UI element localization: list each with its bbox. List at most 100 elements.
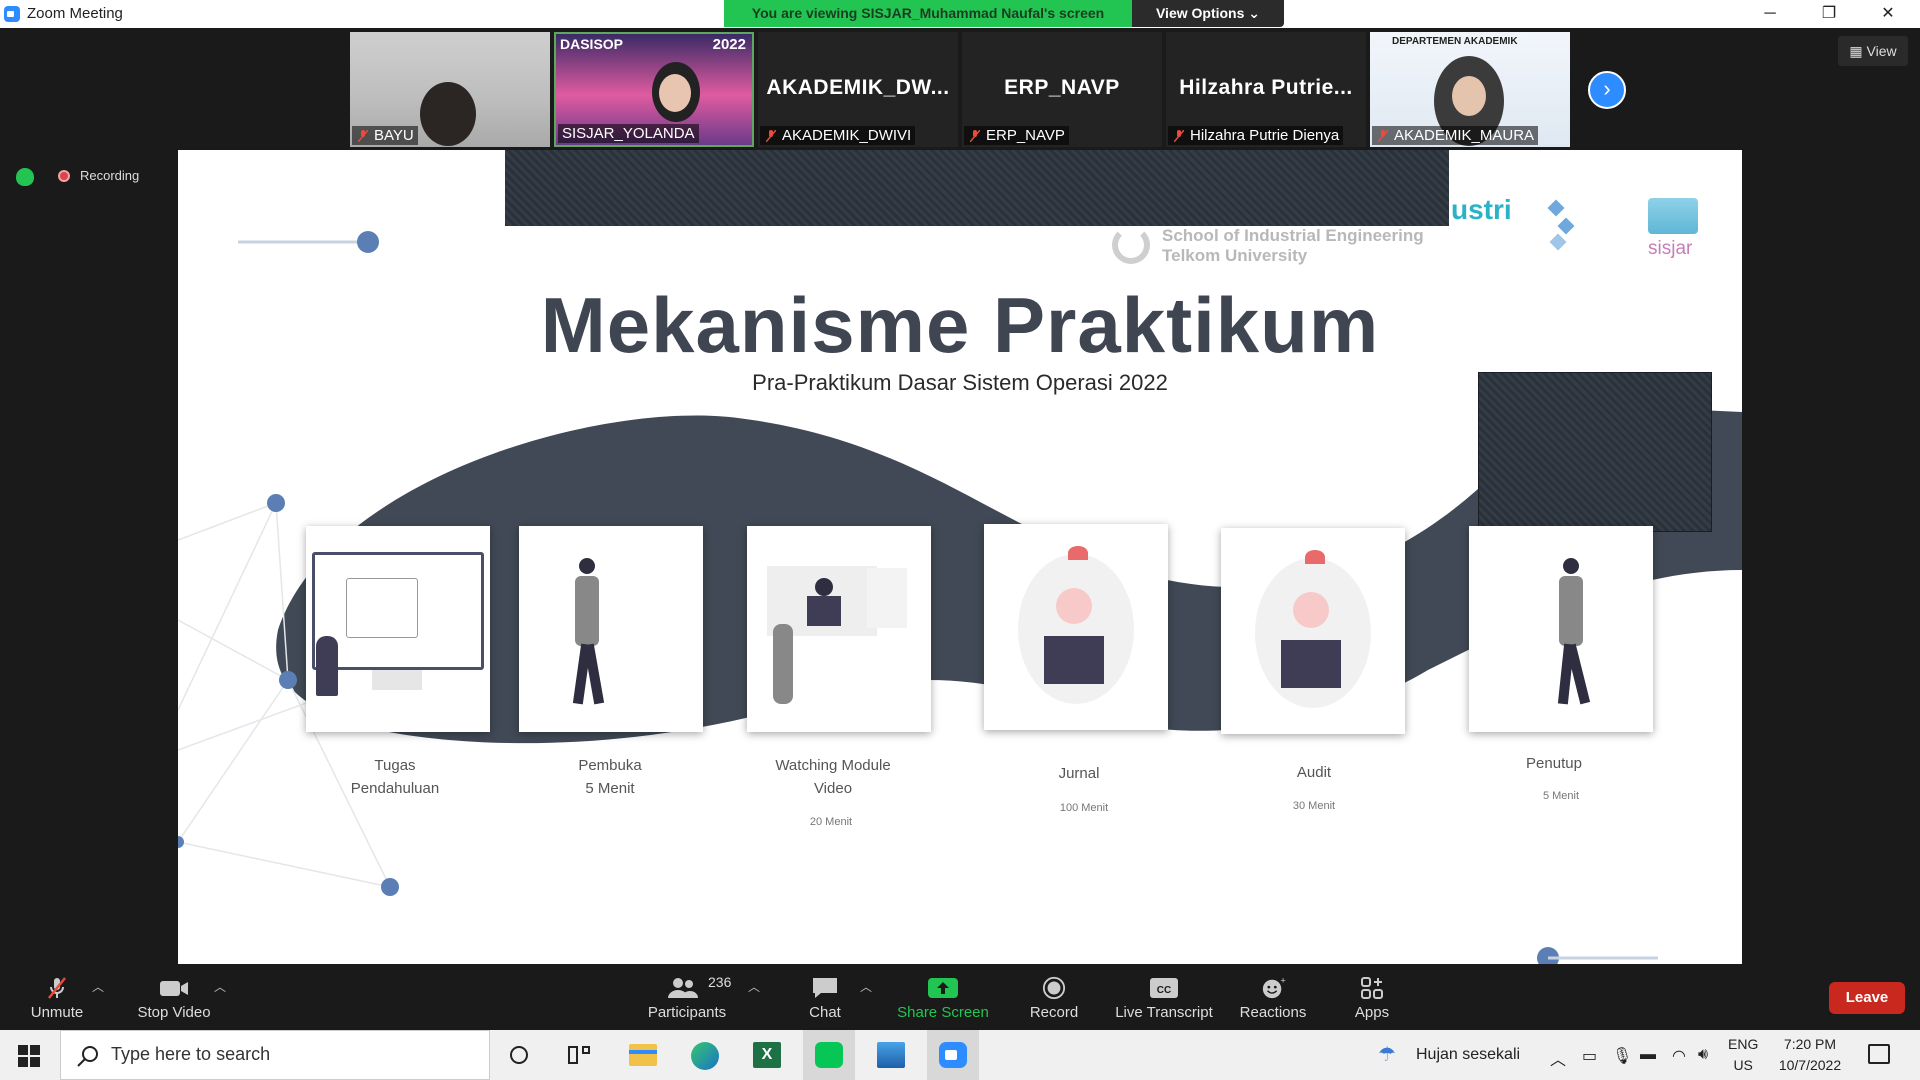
file-explorer-icon[interactable] <box>617 1030 669 1080</box>
excel-icon[interactable]: X <box>741 1030 793 1080</box>
chat-options-caret[interactable]: ︿ <box>860 978 872 995</box>
view-button-label: View <box>1866 43 1897 59</box>
encryption-shield-icon[interactable] <box>16 168 34 186</box>
step-label: Penutup <box>1454 752 1654 775</box>
school-logo-line2: Telkom University <box>1162 246 1308 265</box>
step-label-line1: Watching Module <box>775 757 891 774</box>
step-label: Audit <box>1214 761 1414 784</box>
chevron-right-icon: › <box>1603 76 1611 101</box>
step-label: Watching Module Video <box>733 754 933 800</box>
step-duration: 20 Menit <box>809 816 853 828</box>
live-transcript-button[interactable]: CC Live Transcript <box>1110 964 1218 1030</box>
photos-app-icon[interactable] <box>865 1030 917 1080</box>
muted-mic-icon <box>358 130 368 142</box>
volume-icon[interactable]: 🔊︎ <box>1698 1046 1708 1064</box>
participant-tile[interactable]: DEPARTEMEN AKADEMIK AKADEMIK_MAURA <box>1370 32 1570 147</box>
step-card-illustration <box>747 526 931 732</box>
microphone-icon[interactable]: 🎙︎ <box>1612 1046 1632 1066</box>
window-title: Zoom Meeting <box>27 5 123 22</box>
participants-options-caret[interactable]: ︿ <box>748 978 760 995</box>
line-app-icon[interactable] <box>803 1030 855 1080</box>
chat-label: Chat <box>809 1004 841 1021</box>
battery-icon[interactable]: ▬ <box>1640 1046 1656 1064</box>
window-title-bar: Zoom Meeting You are viewing SISJAR_Muha… <box>0 0 1920 28</box>
participant-name-text: ERP_NAVP <box>986 127 1065 144</box>
video-options-caret[interactable]: ︿ <box>214 978 226 995</box>
participant-face <box>1452 76 1486 116</box>
view-layout-button[interactable]: ▦ View <box>1838 36 1908 66</box>
participant-name-text: AKADEMIK_DWIVI <box>782 127 912 144</box>
participants-label: Participants <box>647 1004 727 1021</box>
clock-time: 7:20 PM <box>1783 1036 1837 1052</box>
step-card-illustration <box>1221 528 1405 734</box>
input-language-indicator[interactable]: ENG US <box>1728 1034 1758 1076</box>
share-screen-button[interactable]: Share Screen <box>892 964 994 1030</box>
participant-tile[interactable]: Hilzahra Putrie... Hilzahra Putrie Dieny… <box>1166 32 1366 147</box>
step-card-illustration <box>519 526 703 732</box>
school-logo: School of Industrial Engineering Telkom … <box>1112 226 1424 266</box>
closed-caption-icon: CC <box>1150 978 1178 998</box>
step-label-line1: Penutup <box>1526 755 1582 772</box>
step-label-line2: Pendahuluan <box>350 780 440 797</box>
muted-mic-icon <box>48 977 66 999</box>
sistem-logo-icon <box>1546 198 1582 258</box>
next-page-button[interactable]: › <box>1588 71 1626 109</box>
participant-tile[interactable]: AKADEMIK_DW... AKADEMIK_DWIVI <box>758 32 958 147</box>
chevron-down-icon: ⌄ <box>1248 5 1261 21</box>
edge-browser-icon[interactable] <box>679 1030 731 1080</box>
reactions-label: Reactions <box>1239 1004 1307 1021</box>
muted-mic-icon <box>766 130 776 142</box>
tile-overlay-text: DASISOP <box>560 36 624 52</box>
cortana-icon[interactable] <box>494 1030 546 1080</box>
restore-button[interactable]: ❐ <box>1801 0 1857 28</box>
apps-button[interactable]: Apps <box>1346 964 1398 1030</box>
task-view-icon[interactable] <box>554 1030 606 1080</box>
lang-code: ENG <box>1728 1036 1759 1052</box>
step-label-line2: 5 Menit <box>585 780 635 797</box>
participant-tile[interactable]: ERP_NAVP ERP_NAVP <box>962 32 1162 147</box>
weather-text[interactable]: Hujan sesekali <box>1416 1046 1520 1064</box>
recording-indicator[interactable]: Recording <box>58 168 139 183</box>
leave-button[interactable]: Leave <box>1829 982 1905 1014</box>
sisjar-logo-icon <box>1648 198 1698 234</box>
search-placeholder: Type here to search <box>111 1044 271 1064</box>
wifi-icon[interactable]: ◠ <box>1672 1046 1686 1066</box>
reactions-button[interactable]: + Reactions <box>1236 964 1310 1030</box>
zoom-taskbar-icon[interactable] <box>927 1030 979 1080</box>
meeting-controls-bar: Unmute ︿ Stop Video ︿ 236 Participants ︿… <box>0 964 1920 1030</box>
chat-button[interactable]: Chat <box>800 964 850 1030</box>
windows-start-icon[interactable] <box>18 1045 40 1067</box>
participant-tile[interactable]: DASISOP 2022 SISJAR_YOLANDA <box>554 32 754 147</box>
screen-share-banner: You are viewing SISJAR_Muhammad Naufal's… <box>724 0 1132 27</box>
view-options-label: View Options <box>1155 5 1245 21</box>
stop-video-button[interactable]: Stop Video <box>134 964 214 1030</box>
close-button[interactable]: ✕ <box>1860 0 1916 28</box>
view-options-button[interactable]: View Options ⌄ <box>1132 0 1284 27</box>
participant-display-name: Hilzahra Putrie... <box>1179 76 1353 99</box>
record-button[interactable]: Record <box>1022 964 1086 1030</box>
weather-rain-icon[interactable]: ☂ <box>1378 1042 1396 1067</box>
share-screen-icon <box>928 978 958 998</box>
participant-name-text: AKADEMIK_MAURA <box>1394 127 1535 144</box>
notifications-icon[interactable] <box>1868 1044 1890 1064</box>
participant-tile[interactable]: BAYU <box>350 32 550 147</box>
school-logo-mark <box>1112 226 1150 264</box>
participant-name: SISJAR_YOLANDA <box>558 124 699 143</box>
tray-chevron-up-icon[interactable]: ︿ <box>1550 1046 1566 1070</box>
clock-date: 10/7/2022 <box>1778 1057 1842 1073</box>
live-transcript-label: Live Transcript <box>1115 1004 1213 1021</box>
unmute-button[interactable]: Unmute <box>22 964 92 1030</box>
participant-name: BAYU <box>352 126 418 145</box>
step-label: Tugas Pendahuluan <box>295 754 495 800</box>
taskbar-search-box[interactable]: Type here to search <box>60 1030 490 1080</box>
participants-button[interactable]: 236 Participants <box>642 964 732 1030</box>
participant-name-text: BAYU <box>374 127 414 144</box>
meet-now-icon[interactable]: ▭ <box>1582 1046 1597 1066</box>
step-duration: 30 Menit <box>1292 800 1336 812</box>
taskbar-clock[interactable]: 7:20 PM 10/7/2022 <box>1770 1034 1850 1076</box>
share-screen-label: Share Screen <box>897 1004 989 1021</box>
audio-options-caret[interactable]: ︿ <box>92 978 104 995</box>
apps-grid-icon <box>1361 977 1383 999</box>
lang-region: US <box>1733 1057 1753 1073</box>
minimize-button[interactable]: ─ <box>1742 0 1798 28</box>
